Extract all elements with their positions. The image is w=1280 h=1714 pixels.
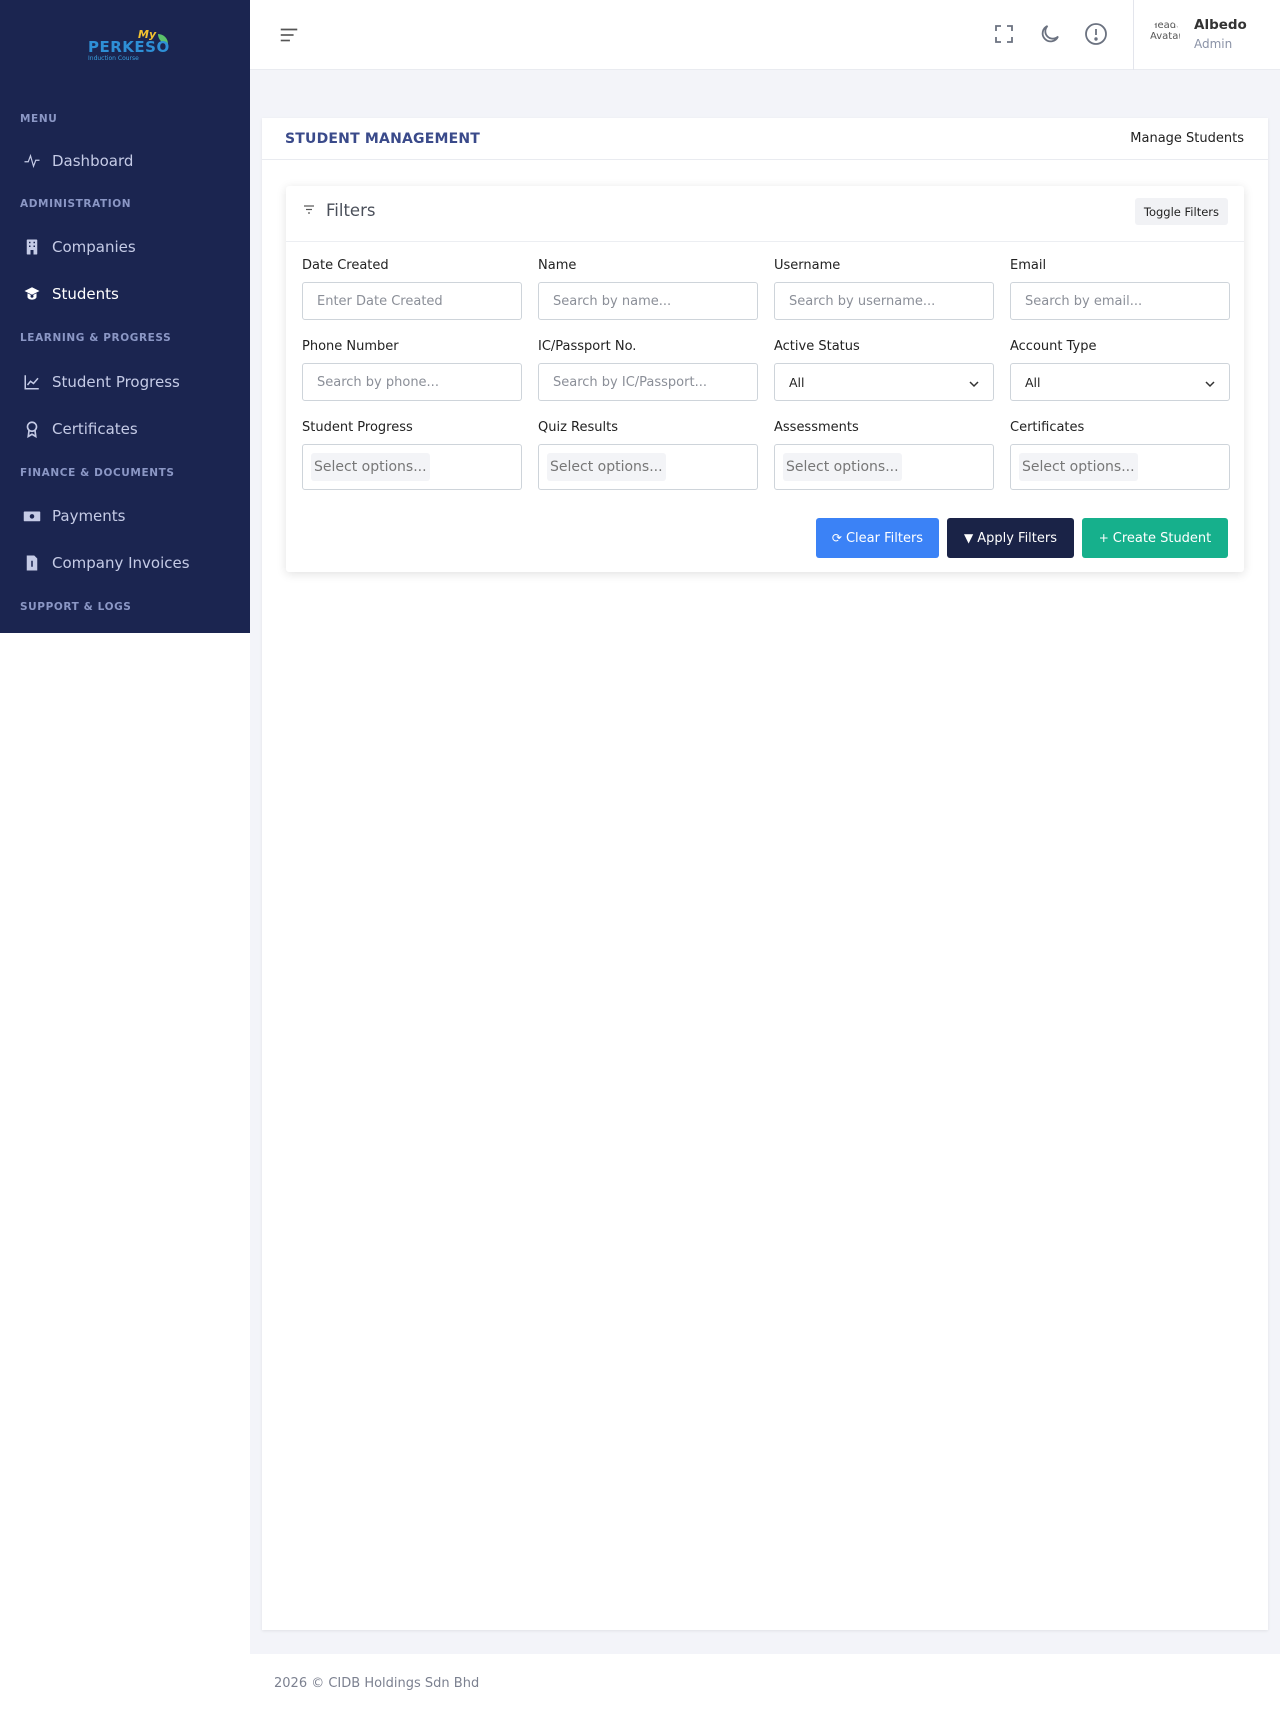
account-type-value: All bbox=[1025, 375, 1041, 390]
line-chart-icon bbox=[22, 372, 42, 392]
sidebar-item-label: Payments bbox=[52, 507, 126, 525]
main-card: STUDENT MANAGEMENT Manage Students Filte… bbox=[262, 118, 1268, 1630]
menu-toggle-icon[interactable] bbox=[278, 24, 300, 46]
student-progress-multiselect[interactable]: Select options... bbox=[302, 444, 522, 490]
apply-filters-button[interactable]: ▼ Apply Filters bbox=[947, 518, 1074, 558]
sidebar-item-companies[interactable]: Companies bbox=[0, 227, 250, 267]
filters-title: Filters bbox=[326, 201, 376, 220]
phone-label: Phone Number bbox=[302, 339, 399, 354]
assessments-label: Assessments bbox=[774, 420, 859, 435]
sidebar-item-payments[interactable]: Payments bbox=[0, 496, 250, 536]
name-label: Name bbox=[538, 258, 577, 273]
date-created-field[interactable] bbox=[302, 282, 522, 320]
footer-copyright: 2026 © CIDB Holdings Sdn Bhd bbox=[274, 1676, 480, 1691]
email-search-input[interactable] bbox=[1010, 282, 1230, 320]
phone-search-input[interactable] bbox=[302, 363, 522, 401]
sidebar-item-label: Companies bbox=[52, 238, 136, 256]
ic-passport-search-input[interactable] bbox=[538, 363, 758, 401]
building-icon bbox=[22, 237, 42, 257]
multiselect-placeholder: Select options... bbox=[783, 453, 902, 481]
topbar-divider bbox=[1133, 0, 1134, 70]
award-icon bbox=[22, 419, 42, 439]
sidebar-item-label: Students bbox=[52, 285, 119, 303]
account-type-label: Account Type bbox=[1010, 339, 1097, 354]
money-icon bbox=[22, 506, 42, 526]
sidebar-item-label: Company Invoices bbox=[52, 554, 190, 572]
chevron-down-icon bbox=[967, 376, 981, 390]
logo-name: PERKESO bbox=[88, 38, 170, 56]
brand-logo[interactable]: My PERKESO Induction Course bbox=[86, 28, 169, 62]
page-title: STUDENT MANAGEMENT bbox=[285, 131, 481, 147]
account-type-select[interactable]: All bbox=[1010, 363, 1230, 401]
menu-section-title: FINANCE & DOCUMENTS bbox=[20, 467, 175, 479]
username-label: Username bbox=[774, 258, 841, 273]
clear-filters-label: Clear Filters bbox=[845, 530, 924, 546]
sidebar-item-label: Certificates bbox=[52, 420, 138, 438]
footer: 2026 © CIDB Holdings Sdn Bhd bbox=[250, 1654, 1280, 1714]
sidebar-item-label: Dashboard bbox=[52, 152, 134, 170]
logo-tagline: Induction Course bbox=[88, 55, 139, 62]
apply-filters-label: Apply Filters bbox=[977, 530, 1058, 546]
student-progress-label: Student Progress bbox=[302, 420, 413, 435]
menu-section-title: MENU bbox=[20, 113, 58, 125]
user-name[interactable]: Albedo bbox=[1194, 17, 1247, 33]
quiz-results-label: Quiz Results bbox=[538, 420, 618, 435]
sidebar-item-dashboard[interactable]: Dashboard bbox=[0, 141, 250, 181]
active-status-select[interactable]: All bbox=[774, 363, 994, 401]
date-created-label: Date Created bbox=[302, 258, 389, 273]
filter-list-icon bbox=[302, 202, 316, 216]
multiselect-placeholder: Select options... bbox=[311, 453, 430, 481]
toggle-filters-button[interactable]: Toggle Filters bbox=[1134, 198, 1228, 225]
certificates-multiselect[interactable]: Select options... bbox=[1010, 444, 1230, 490]
filters-header: Filters Toggle Filters bbox=[286, 186, 1244, 242]
chevron-down-icon bbox=[1203, 376, 1217, 390]
alert-icon[interactable] bbox=[1084, 22, 1108, 46]
activity-icon bbox=[22, 151, 42, 171]
sidebar-item-label: Student Progress bbox=[52, 373, 180, 391]
avatar[interactable]: Header Avatar bbox=[1150, 20, 1180, 50]
sidebar-bottom bbox=[0, 633, 250, 1714]
sidebar-item-certificates[interactable]: Certificates bbox=[0, 409, 250, 449]
clear-filters-button[interactable]: ⟳ Clear Filters bbox=[816, 518, 939, 558]
menu-section-title: LEARNING & PROGRESS bbox=[20, 332, 172, 344]
fullscreen-icon[interactable] bbox=[992, 22, 1016, 46]
refresh-icon: ⟳ bbox=[831, 531, 842, 545]
name-search-input[interactable] bbox=[538, 282, 758, 320]
user-role: Admin bbox=[1194, 37, 1233, 51]
create-student-label: Create Student bbox=[1112, 530, 1212, 546]
username-search-input[interactable] bbox=[774, 282, 994, 320]
invoice-icon bbox=[22, 553, 42, 573]
multiselect-placeholder: Select options... bbox=[547, 453, 666, 481]
dark-mode-icon[interactable] bbox=[1038, 22, 1062, 46]
page-header: STUDENT MANAGEMENT Manage Students bbox=[262, 118, 1268, 160]
menu-section-title: SUPPORT & LOGS bbox=[20, 601, 132, 613]
create-student-button[interactable]: + Create Student bbox=[1082, 518, 1228, 558]
assessments-multiselect[interactable]: Select options... bbox=[774, 444, 994, 490]
active-status-value: All bbox=[789, 375, 805, 390]
ic-passport-label: IC/Passport No. bbox=[538, 339, 637, 354]
email-label: Email bbox=[1010, 258, 1047, 273]
sidebar-item-students[interactable]: Students bbox=[0, 274, 250, 314]
active-status-label: Active Status bbox=[774, 339, 860, 354]
sidebar-item-student-progress[interactable]: Student Progress bbox=[0, 362, 250, 402]
sidebar-item-company-invoices[interactable]: Company Invoices bbox=[0, 543, 250, 583]
quiz-results-multiselect[interactable]: Select options... bbox=[538, 444, 758, 490]
plus-icon: + bbox=[1098, 531, 1109, 545]
certificates-label: Certificates bbox=[1010, 420, 1085, 435]
topbar: Header Avatar Albedo Admin bbox=[250, 0, 1280, 70]
breadcrumb: Manage Students bbox=[1130, 131, 1244, 146]
menu-section-title: ADMINISTRATION bbox=[20, 198, 132, 210]
filters-card: Filters Toggle Filters Date Created Name… bbox=[286, 186, 1244, 572]
sidebar: My PERKESO Induction Course MENU Dashboa… bbox=[0, 0, 250, 633]
funnel-icon: ▼ bbox=[963, 531, 974, 545]
avatar-alt-text: Header Avatar bbox=[1150, 20, 1180, 42]
multiselect-placeholder: Select options... bbox=[1019, 453, 1138, 481]
graduation-cap-icon bbox=[22, 284, 42, 304]
